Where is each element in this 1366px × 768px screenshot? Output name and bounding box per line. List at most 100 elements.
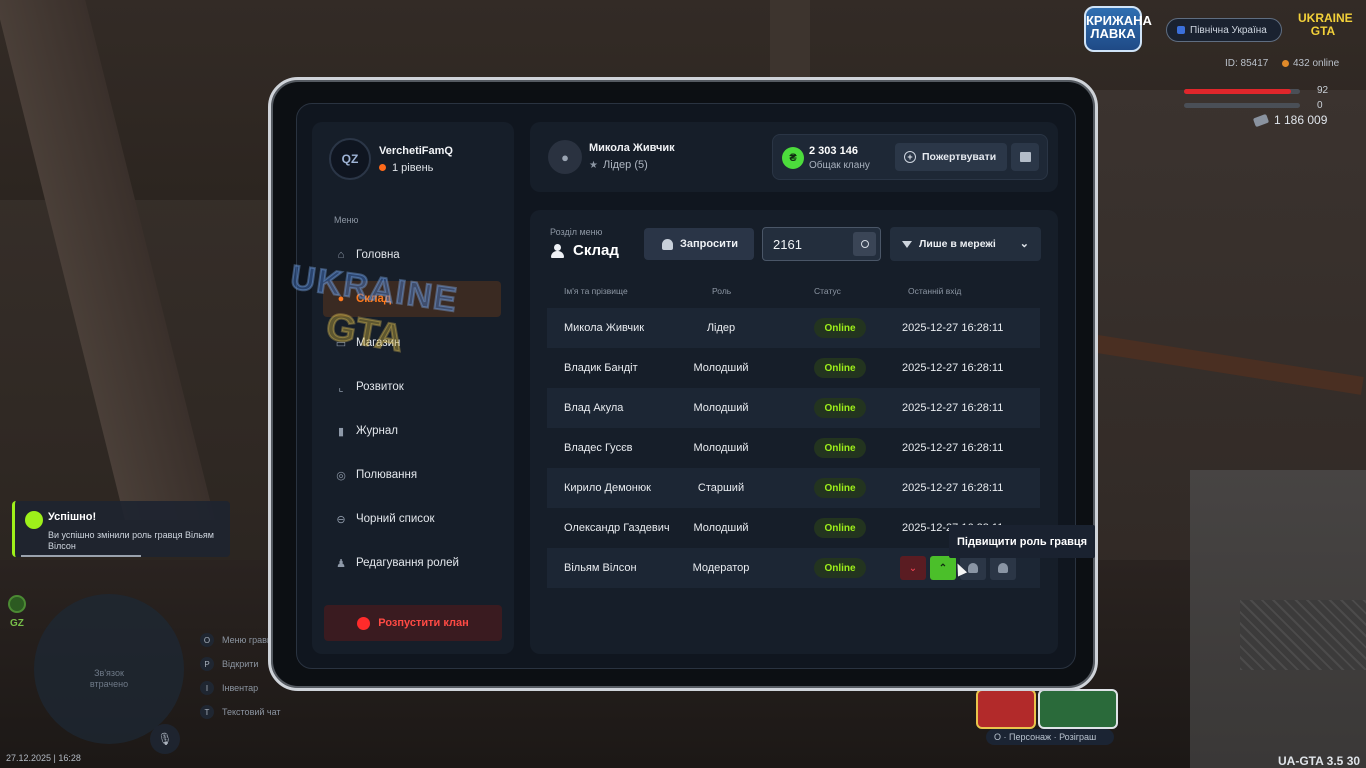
success-toast: Успішно! Ви успішно змінили роль гравця … — [12, 501, 230, 557]
plus-icon: + — [904, 151, 916, 163]
hotkey-key: P — [200, 657, 214, 671]
star-icon: ★ — [589, 159, 598, 171]
radar-status: Зв'язок втрачено — [89, 668, 129, 689]
status-badge: Online — [814, 478, 866, 498]
donate-label: Пожертвувати — [922, 151, 997, 163]
sidebar-item-label: Чорний список — [356, 513, 435, 525]
dissolve-clan-button[interactable]: Розпустити клан — [324, 605, 502, 641]
level-dot-icon — [379, 164, 386, 171]
money-value: 1 186 009 — [1274, 113, 1328, 127]
bank-amount: 2 303 146 — [809, 145, 858, 157]
hotkey-key: O — [200, 633, 214, 647]
shop-logo[interactable]: КРИЖАНА ЛАВКА — [1084, 6, 1152, 52]
member-name: Влад Акула — [564, 402, 624, 414]
table-row[interactable]: Влад Акула Молодший Online 2025-12-27 16:28… — [547, 388, 1040, 428]
hotkey-key: I — [200, 681, 214, 695]
member-name: Владес Гусєв — [564, 442, 633, 454]
hotkey-label: Відкрити — [222, 659, 259, 669]
online-text: 432 online — [1293, 58, 1340, 69]
version-extra: 30 — [1346, 754, 1361, 768]
server-badge: Північна Україна — [1166, 18, 1282, 42]
hotkey-key: T — [200, 705, 214, 719]
sidebar-item-6[interactable]: ⊖ Чорний список — [323, 501, 501, 537]
status-badge: Online — [814, 518, 866, 538]
game-version: UA-GTA 3.5 30 — [1278, 754, 1360, 768]
member-last-login: 2025-12-27 16:28:11 — [902, 322, 1004, 334]
microphone-icon[interactable]: 🎙 — [150, 724, 180, 754]
sidebar-item-3[interactable]: ⌞ Розвиток — [323, 369, 501, 405]
chart-icon: ⌞ — [338, 381, 344, 394]
sidebar-item-label: Редагування ролей — [356, 557, 459, 569]
money-display: 1 186 009 — [1252, 113, 1328, 127]
sidebar-item-4[interactable]: ▮ Журнал — [323, 413, 501, 449]
table-row[interactable]: Владик Бандіт Молодший Online 2025-12-27 16… — [547, 348, 1040, 388]
clan-avatar: QZ — [329, 138, 371, 180]
promote-button[interactable]: ⌃ — [930, 556, 956, 580]
vent-grille — [1240, 600, 1366, 670]
sidebar-item-label: Полювання — [356, 469, 418, 481]
hotkey-row: I Інвентар — [200, 676, 281, 700]
target-icon: ◎ — [336, 469, 346, 482]
member-last-login: 2025-12-27 16:28:11 — [902, 362, 1004, 374]
sidebar-item-1[interactable]: ● Склад — [323, 281, 501, 317]
member-profile-button[interactable] — [990, 556, 1016, 580]
column-last-login: Останній вхід — [908, 286, 962, 296]
block-icon: ⊖ — [336, 513, 346, 526]
status-badge: Online — [814, 358, 866, 378]
search-input[interactable] — [763, 228, 851, 260]
table-row[interactable]: Микола Живчик Лідер Online 2025-12-27 16:28… — [547, 308, 1040, 348]
status-badge: Online — [814, 438, 866, 458]
sidebar-item-5[interactable]: ◎ Полювання — [323, 457, 501, 493]
christmas-banner[interactable]: O · Персонаж · Розіграш — [976, 689, 1120, 745]
people-icon — [550, 243, 566, 258]
search-button[interactable] — [853, 232, 876, 256]
member-role: Модератор — [692, 562, 750, 574]
clan-profile: QZ VerchetiFamQ 1 рівень — [329, 138, 453, 180]
home-icon: ⌂ — [337, 249, 345, 261]
book-icon: ▮ — [337, 425, 345, 438]
tablet-screen: QZ VerchetiFamQ 1 рівень Меню ⌂ Головна ● С… — [296, 103, 1076, 669]
section-title: Склад — [550, 242, 619, 259]
sidebar-item-label: Магазин — [356, 337, 401, 349]
sidebar-item-0[interactable]: ⌂ Головна — [323, 237, 501, 273]
invite-label: Запросити — [680, 238, 738, 250]
donate-button[interactable]: + Пожертвувати — [895, 143, 1007, 171]
health-value: 92 — [1317, 85, 1329, 96]
player-id: ID: 85417 — [1225, 58, 1269, 69]
health-bar — [1184, 89, 1300, 94]
member-role: Молодший — [693, 402, 749, 414]
table-row[interactable]: Кирило Демонюк Старший Online 2025-12-27 16… — [547, 468, 1040, 508]
sidebar-item-2[interactable]: ▭ Магазин — [323, 325, 501, 361]
member-name: Олександр Газдевич — [564, 522, 670, 534]
safe-icon — [1019, 152, 1031, 162]
bank-label: Общак клану — [809, 160, 870, 171]
online-filter-dropdown[interactable]: Лише в мережі ⌄ — [890, 227, 1041, 261]
user-icon — [998, 563, 1008, 573]
filter-label: Лише в мережі — [919, 238, 996, 250]
status-badge: Online — [814, 318, 866, 338]
section-caption: Розділ меню — [550, 227, 603, 237]
safe-button[interactable] — [1011, 143, 1039, 171]
user-edit-icon: ♟ — [336, 557, 346, 570]
member-role: Молодший — [693, 442, 749, 454]
sidebar-item-7[interactable]: ♟ Редагування ролей — [323, 545, 501, 581]
menu-caption: Меню — [334, 215, 359, 225]
member-name: Владик Бандіт — [564, 362, 638, 374]
coin-icon: ₴ — [782, 147, 804, 169]
member-name: Микола Живчик — [564, 322, 645, 334]
datetime: 27.12.2025 | 16:28 — [6, 753, 81, 763]
demote-button[interactable]: ⌄ — [900, 556, 926, 580]
user-icon — [968, 563, 978, 573]
search-icon — [860, 240, 869, 248]
leader-name: Микола Живчик — [589, 142, 675, 154]
clan-bank: ₴ 2 303 146 Общак клану + Пожертвувати — [772, 134, 1048, 180]
invite-button[interactable]: Запросити — [644, 228, 754, 260]
clan-name: VerchetiFamQ — [379, 144, 453, 157]
sidebar-item-label: Розвиток — [356, 381, 404, 393]
health-fill — [1184, 89, 1291, 94]
check-icon — [25, 511, 43, 529]
table-row[interactable]: Владес Гусєв Молодший Online 2025-12-27 16:… — [547, 428, 1040, 468]
game-logo: UKRAINE GTA — [1298, 11, 1353, 38]
member-role: Молодший — [693, 362, 749, 374]
clan-level-text: 1 рівень — [392, 161, 434, 174]
